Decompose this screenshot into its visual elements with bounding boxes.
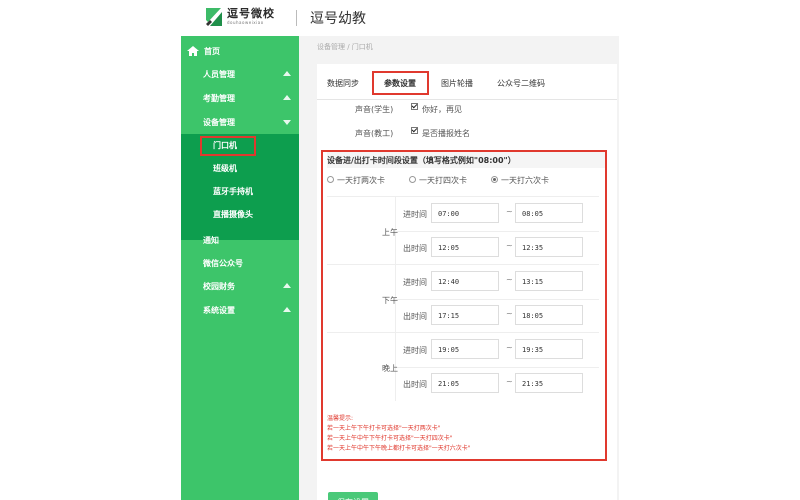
sound-student-row: 声音(学生) 你好，再见 (317, 100, 617, 118)
sidebar: 首页 人员管理 考勤管理 设备管理 门口机 班级机 蓝牙手持机 直播摄像头 通知… (181, 36, 299, 500)
sound-student-checkbox[interactable] (411, 103, 418, 110)
tab-qrcode[interactable]: 公众号二维码 (497, 78, 545, 89)
chevron-up-icon (283, 283, 291, 288)
sidebar-item-system-settings[interactable]: 系统设置 (181, 299, 299, 321)
logo[interactable]: 逗号微校 douhaoweixiao (204, 6, 275, 28)
sidebar-item-label: 微信公众号 (203, 258, 243, 268)
settings-panel: 数据同步 参数设置 图片轮播 公众号二维码 声音(学生) 你好，再见 声音(教工… (317, 64, 617, 500)
sound-student-value: 你好，再见 (422, 105, 462, 114)
sidebar-item-attendance[interactable]: 考勤管理 (181, 87, 299, 109)
sound-staff-checkbox[interactable] (411, 127, 418, 134)
sidebar-item-notice[interactable]: 通知 (181, 229, 299, 251)
sidebar-item-label: 系统设置 (203, 305, 235, 315)
logo-mark-icon (204, 6, 224, 28)
sound-staff-label: 声音(教工) (355, 129, 394, 138)
sidebar-item-label: 校园财务 (203, 281, 235, 291)
app-header: 逗号微校 douhaoweixiao 逗号幼教 (0, 0, 800, 36)
sidebar-item-label: 考勤管理 (203, 93, 235, 103)
sidebar-home-label: 首页 (204, 46, 220, 56)
sidebar-subitem-label: 蓝牙手持机 (213, 186, 253, 196)
tab-image-carousel[interactable]: 图片轮播 (441, 78, 473, 89)
sound-staff-value: 是否播报姓名 (422, 129, 470, 138)
save-settings-button[interactable]: 保存设置 (328, 492, 378, 500)
home-icon (187, 46, 199, 56)
tab-data-sync[interactable]: 数据同步 (327, 78, 359, 89)
sidebar-subitem-label: 直播摄像头 (213, 209, 253, 219)
logo-name: 逗号微校 (227, 7, 275, 20)
breadcrumb: 设备管理 / 门口机 (317, 43, 373, 51)
sidebar-item-home[interactable]: 首页 (181, 40, 299, 62)
sidebar-item-finance[interactable]: 校园财务 (181, 275, 299, 297)
tab-bar: 数据同步 参数设置 图片轮播 公众号二维码 (317, 64, 617, 100)
sidebar-item-label: 设备管理 (203, 117, 235, 127)
sidebar-subitem-live-camera[interactable]: 直播摄像头 (181, 203, 299, 225)
sidebar-subitem-bluetooth-handheld[interactable]: 蓝牙手持机 (181, 180, 299, 202)
chevron-up-icon (283, 71, 291, 76)
sidebar-item-label: 通知 (203, 235, 219, 245)
chevron-up-icon (283, 95, 291, 100)
logo-subtitle: douhaoweixiao (227, 20, 264, 25)
sidebar-item-personnel[interactable]: 人员管理 (181, 63, 299, 85)
sidebar-item-wechat[interactable]: 微信公众号 (181, 252, 299, 274)
active-tab-highlight (372, 71, 429, 95)
sidebar-item-devices[interactable]: 设备管理 (181, 111, 299, 133)
time-settings-highlight (321, 150, 607, 461)
sidebar-item-label: 人员管理 (203, 69, 235, 79)
main-content: 设备管理 / 门口机 数据同步 参数设置 图片轮播 公众号二维码 声音(学生) … (299, 36, 619, 500)
door-device-highlight (200, 136, 256, 156)
sidebar-subitem-label: 班级机 (213, 163, 237, 173)
chevron-down-icon (283, 120, 291, 125)
header-divider (296, 10, 297, 26)
sound-student-label: 声音(学生) (355, 105, 394, 114)
sidebar-subitem-class-device[interactable]: 班级机 (181, 157, 299, 179)
sound-staff-row: 声音(教工) 是否播报姓名 (317, 124, 617, 142)
chevron-up-icon (283, 307, 291, 312)
header-title: 逗号幼教 (310, 11, 366, 27)
